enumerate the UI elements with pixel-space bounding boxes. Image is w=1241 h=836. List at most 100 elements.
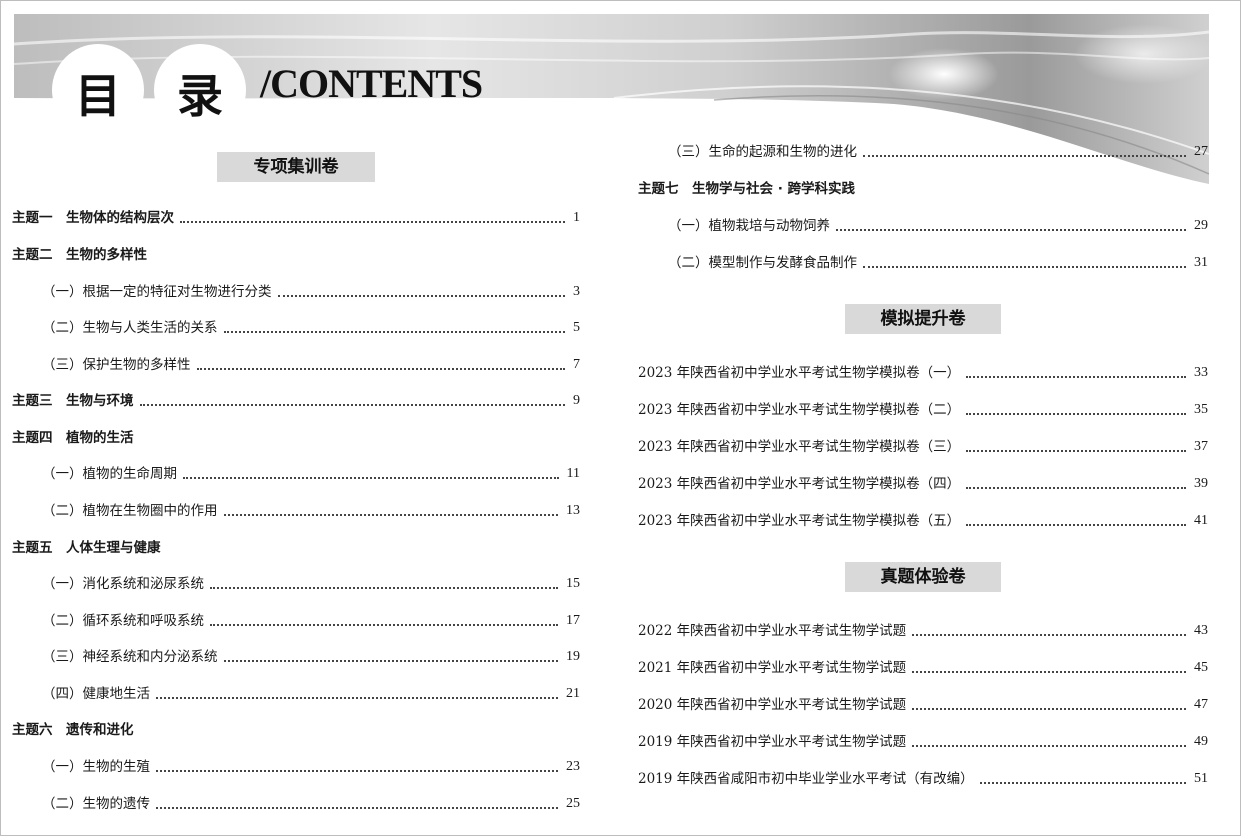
toc-theme-2: 主题二 生物的多样性 xyxy=(12,247,147,263)
toc-entry-page: 5 xyxy=(573,320,580,335)
toc-entry-label: （一）消化系统和泌尿系统 xyxy=(42,576,204,592)
toc-entry-7-1[interactable]: （一）植物栽培与动物饲养 29 xyxy=(668,215,1208,237)
toc-entry-label: 2020 年陕西省初中学业水平考试生物学试题 xyxy=(638,697,907,713)
toc-entry-4-2[interactable]: （二）植物在生物圈中的作用 13 xyxy=(42,500,580,522)
toc-entry-real-2[interactable]: 2021 年陕西省初中学业水平考试生物学试题 45 xyxy=(638,657,1208,679)
toc-entry-label: （一）生物的生殖 xyxy=(42,759,150,775)
toc-entry-page: 37 xyxy=(1194,439,1208,454)
toc-entry-page: 7 xyxy=(573,357,580,372)
toc-entry-label: 2023 年陕西省初中学业水平考试生物学模拟卷（二） xyxy=(638,402,961,418)
toc-entry-label: 主题三 生物与环境 xyxy=(12,393,134,409)
leader-dots xyxy=(223,514,558,516)
toc-entry-page: 25 xyxy=(566,796,580,811)
toc-entry-page: 21 xyxy=(566,686,580,701)
leader-dots xyxy=(210,624,558,626)
toc-entry-real-5[interactable]: 2019 年陕西省咸阳市初中毕业学业水平考试（有改编） 51 xyxy=(638,768,1208,790)
leader-dots xyxy=(966,524,1186,526)
leader-dots xyxy=(277,295,565,297)
toc-entry-4-1[interactable]: （一）植物的生命周期 11 xyxy=(42,463,580,485)
toc-entry-2-3[interactable]: （三）保护生物的多样性 7 xyxy=(42,354,580,376)
toc-entry-5-1[interactable]: （一）消化系统和泌尿系统 15 xyxy=(42,573,580,595)
title-circle-2: 录 xyxy=(154,44,246,136)
leader-dots xyxy=(912,708,1186,710)
toc-entry-page: 31 xyxy=(1194,255,1208,270)
toc-entry-mock-3[interactable]: 2023 年陕西省初中学业水平考试生物学模拟卷（三） 37 xyxy=(638,436,1208,458)
toc-entry-label: （三）保护生物的多样性 xyxy=(42,357,191,373)
toc-entry-page: 45 xyxy=(1194,660,1208,675)
toc-entry-label: 主题一 生物体的结构层次 xyxy=(12,210,174,226)
toc-entry-real-4[interactable]: 2019 年陕西省初中学业水平考试生物学试题 49 xyxy=(638,731,1208,753)
toc-entry-page: 3 xyxy=(573,284,580,299)
section-mock-exams: 模拟提升卷 xyxy=(845,304,1001,334)
toc-entry-page: 9 xyxy=(573,393,580,408)
leader-dots xyxy=(979,782,1186,784)
toc-entry-6-1[interactable]: （一）生物的生殖 23 xyxy=(42,756,580,778)
toc-entry-page: 29 xyxy=(1194,218,1208,233)
toc-entry-mock-1[interactable]: 2023 年陕西省初中学业水平考试生物学模拟卷（一） 33 xyxy=(638,362,1208,384)
leader-dots xyxy=(863,266,1186,268)
toc-entry-2-2[interactable]: （二）生物与人类生活的关系 5 xyxy=(42,317,580,339)
toc-entry-label: （二）模型制作与发酵食品制作 xyxy=(668,255,857,271)
leader-dots xyxy=(156,697,558,699)
leader-dots xyxy=(836,229,1186,231)
toc-entry-mock-4[interactable]: 2023 年陕西省初中学业水平考试生物学模拟卷（四） 39 xyxy=(638,473,1208,495)
toc-entry-label: （三）神经系统和内分泌系统 xyxy=(42,649,218,665)
title-contents: /CONTENTS xyxy=(260,61,483,106)
toc-entry-page: 23 xyxy=(566,759,580,774)
toc-entry-label: （一）植物的生命周期 xyxy=(42,466,177,482)
toc-entry-label: （三）生命的起源和生物的进化 xyxy=(668,144,857,160)
toc-entry-label: （二）生物的遗传 xyxy=(42,796,150,812)
toc-entry-5-2[interactable]: （二）循环系统和呼吸系统 17 xyxy=(42,610,580,632)
leader-dots xyxy=(966,450,1186,452)
toc-entry-label: 2023 年陕西省初中学业水平考试生物学模拟卷（四） xyxy=(638,476,961,492)
toc-theme-4: 主题四 植物的生活 xyxy=(12,430,134,446)
toc-entry-page: 35 xyxy=(1194,402,1208,417)
toc-theme-5: 主题五 人体生理与健康 xyxy=(12,540,161,556)
toc-entry-label: 2021 年陕西省初中学业水平考试生物学试题 xyxy=(638,660,907,676)
toc-entry-page: 43 xyxy=(1194,623,1208,638)
toc-entry-5-3[interactable]: （三）神经系统和内分泌系统 19 xyxy=(42,646,580,668)
toc-theme-6: 主题六 遗传和进化 xyxy=(12,722,134,738)
toc-entry-page: 51 xyxy=(1194,771,1208,786)
toc-entry-label: 2023 年陕西省初中学业水平考试生物学模拟卷（五） xyxy=(638,513,961,529)
toc-entry-6-2[interactable]: （二）生物的遗传 25 xyxy=(42,793,580,815)
toc-entry-label: 2023 年陕西省初中学业水平考试生物学模拟卷（三） xyxy=(638,439,961,455)
toc-entry-mock-2[interactable]: 2023 年陕西省初中学业水平考试生物学模拟卷（二） 35 xyxy=(638,399,1208,421)
leader-dots xyxy=(180,221,565,223)
toc-entry-6-3[interactable]: （三）生命的起源和生物的进化 27 xyxy=(668,141,1208,163)
toc-entry-real-3[interactable]: 2020 年陕西省初中学业水平考试生物学试题 47 xyxy=(638,694,1208,716)
toc-entry-5-4[interactable]: （四）健康地生活 21 xyxy=(42,683,580,705)
title-char-2: 录 xyxy=(177,69,223,123)
toc-entry-label: （一）植物栽培与动物饲养 xyxy=(668,218,830,234)
leader-dots xyxy=(183,477,559,479)
leader-dots xyxy=(196,368,565,370)
toc-entry-label: 2022 年陕西省初中学业水平考试生物学试题 xyxy=(638,623,907,639)
toc-entry-page: 33 xyxy=(1194,365,1208,380)
toc-entry-theme-3[interactable]: 主题三 生物与环境 9 xyxy=(12,390,580,412)
toc-entry-7-2[interactable]: （二）模型制作与发酵食品制作 31 xyxy=(668,252,1208,274)
section-real-exams: 真题体验卷 xyxy=(845,562,1001,592)
leader-dots xyxy=(223,660,558,662)
toc-entry-page: 19 xyxy=(566,649,580,664)
toc-entry-page: 49 xyxy=(1194,734,1208,749)
toc-entry-page: 47 xyxy=(1194,697,1208,712)
toc-entry-label: （二）植物在生物圈中的作用 xyxy=(42,503,218,519)
leader-dots xyxy=(912,671,1186,673)
toc-entry-page: 41 xyxy=(1194,513,1208,528)
toc-entry-label: （二）循环系统和呼吸系统 xyxy=(42,613,204,629)
title-char-1: 目 xyxy=(75,69,121,123)
section-special-training: 专项集训卷 xyxy=(217,152,375,182)
leader-dots xyxy=(966,376,1186,378)
leader-dots xyxy=(966,413,1186,415)
toc-entry-mock-5[interactable]: 2023 年陕西省初中学业水平考试生物学模拟卷（五） 41 xyxy=(638,510,1208,532)
toc-entry-label: （四）健康地生活 xyxy=(42,686,150,702)
toc-entry-label: 2019 年陕西省咸阳市初中毕业学业水平考试（有改编） xyxy=(638,771,974,787)
toc-entry-page: 1 xyxy=(573,210,580,225)
toc-entry-real-1[interactable]: 2022 年陕西省初中学业水平考试生物学试题 43 xyxy=(638,620,1208,642)
toc-entry-2-1[interactable]: （一）根据一定的特征对生物进行分类 3 xyxy=(42,281,580,303)
toc-entry-label: （一）根据一定的特征对生物进行分类 xyxy=(42,284,272,300)
toc-entry-page: 27 xyxy=(1194,144,1208,159)
toc-entry-theme-1[interactable]: 主题一 生物体的结构层次 1 xyxy=(12,207,580,229)
title-circle-1: 目 xyxy=(52,44,144,136)
toc-entry-label: 2019 年陕西省初中学业水平考试生物学试题 xyxy=(638,734,907,750)
